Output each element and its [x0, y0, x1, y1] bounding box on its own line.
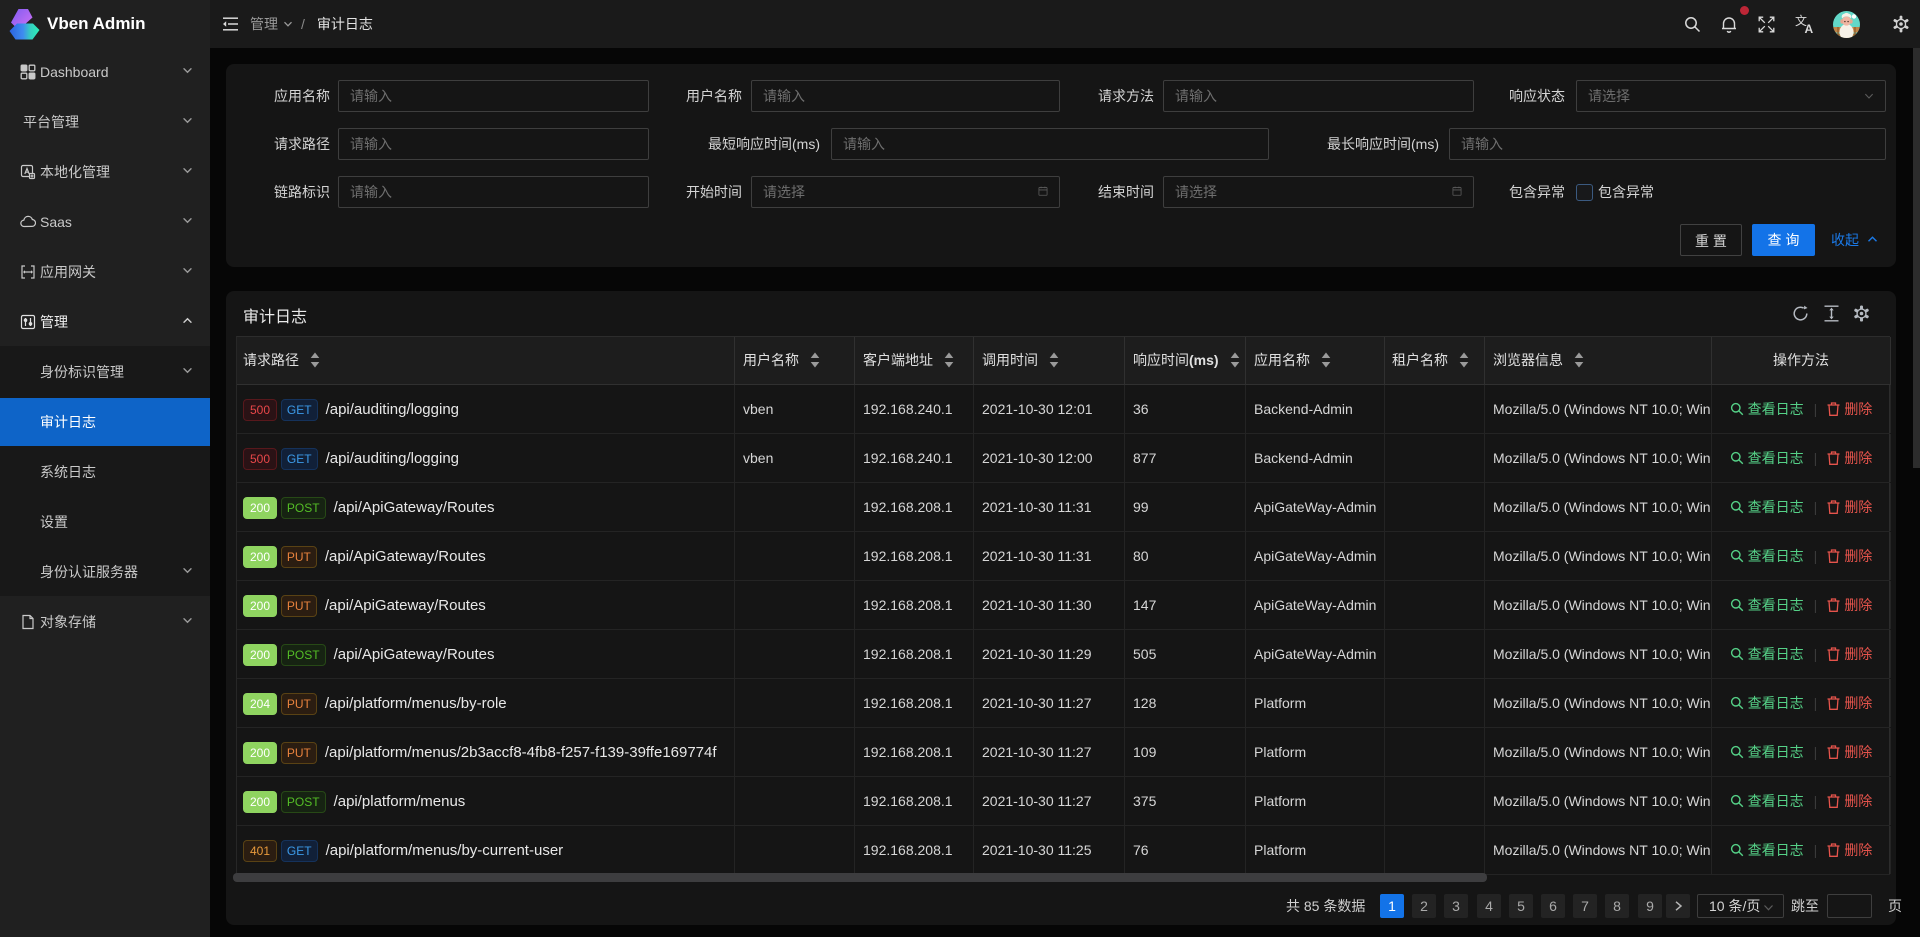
svg-text:A: A [1805, 22, 1814, 34]
